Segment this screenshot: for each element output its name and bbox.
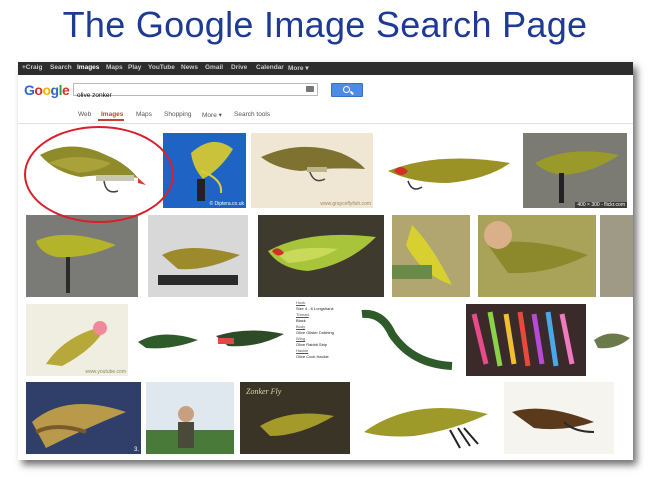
- search-box: [73, 83, 318, 101]
- image-result[interactable]: www.grayceflyfish.com: [251, 133, 373, 208]
- image-result[interactable]: [378, 133, 518, 208]
- image-result[interactable]: [258, 215, 384, 297]
- image-caption: 3.: [133, 447, 139, 453]
- topbar-item-drive[interactable]: Drive: [231, 64, 247, 71]
- tab-web[interactable]: Web: [78, 111, 91, 118]
- google-images-screenshot: +Craig Search Images Maps Play YouTube N…: [18, 62, 633, 460]
- topbar-item-images[interactable]: Images: [77, 64, 99, 71]
- topbar-item-gmail[interactable]: Gmail: [205, 64, 223, 71]
- active-tab-underline: [98, 119, 124, 121]
- image-result[interactable]: 3.: [26, 382, 141, 454]
- topbar-item-calendar[interactable]: Calendar: [256, 64, 284, 71]
- image-result[interactable]: www.youtube.com: [26, 304, 128, 376]
- tab-search-tools[interactable]: Search tools: [234, 111, 270, 118]
- topbar-item-news[interactable]: News: [181, 64, 198, 71]
- svg-text:Zonker Fly: Zonker Fly: [246, 387, 282, 396]
- image-result[interactable]: [590, 304, 633, 376]
- search-input[interactable]: [74, 90, 300, 101]
- image-result[interactable]: © Diptera.co.uk: [163, 133, 246, 208]
- image-result[interactable]: 400 × 300 - flickr.com: [523, 133, 627, 208]
- recipe-list: Hook Size 4 - 6 Longshank Thread Black B…: [290, 300, 350, 378]
- topbar-item-search[interactable]: Search: [50, 64, 72, 71]
- topbar-item-youtube[interactable]: YouTube: [148, 64, 175, 71]
- slide-title: The Google Image Search Page: [62, 4, 588, 45]
- image-result[interactable]: [352, 304, 462, 376]
- tab-images[interactable]: Images: [101, 111, 123, 118]
- search-icon: [343, 86, 350, 93]
- google-top-bar: +Craig Search Images Maps Play YouTube N…: [18, 62, 633, 75]
- tab-more[interactable]: More ▾: [202, 111, 222, 119]
- image-result[interactable]: [26, 215, 138, 297]
- image-result[interactable]: [208, 304, 290, 376]
- tab-shopping[interactable]: Shopping: [164, 111, 191, 118]
- image-caption: © Diptera.co.uk: [209, 201, 244, 207]
- google-logo[interactable]: Google: [24, 82, 70, 98]
- topbar-item-user[interactable]: +Craig: [22, 64, 42, 71]
- image-result[interactable]: [600, 215, 633, 297]
- highlight-circle: [24, 126, 174, 223]
- image-caption: www.youtube.com: [85, 369, 126, 375]
- image-result[interactable]: [392, 215, 470, 297]
- image-result[interactable]: [466, 304, 586, 376]
- image-result[interactable]: [148, 215, 248, 297]
- image-result[interactable]: [504, 382, 614, 454]
- image-caption: www.grayceflyfish.com: [320, 201, 371, 207]
- camera-icon[interactable]: [306, 86, 314, 92]
- topbar-item-play[interactable]: Play: [128, 64, 141, 71]
- search-button[interactable]: [331, 83, 363, 97]
- image-result[interactable]: [478, 215, 596, 297]
- topbar-item-more[interactable]: More ▾: [288, 64, 309, 72]
- tab-maps[interactable]: Maps: [136, 111, 152, 118]
- image-result[interactable]: [132, 304, 204, 376]
- image-result[interactable]: [354, 382, 499, 454]
- image-result[interactable]: Zonker Fly: [240, 382, 350, 454]
- image-result[interactable]: [146, 382, 234, 454]
- image-dimensions: 400 × 300 - flickr.com: [575, 202, 627, 208]
- topbar-item-maps[interactable]: Maps: [106, 64, 123, 71]
